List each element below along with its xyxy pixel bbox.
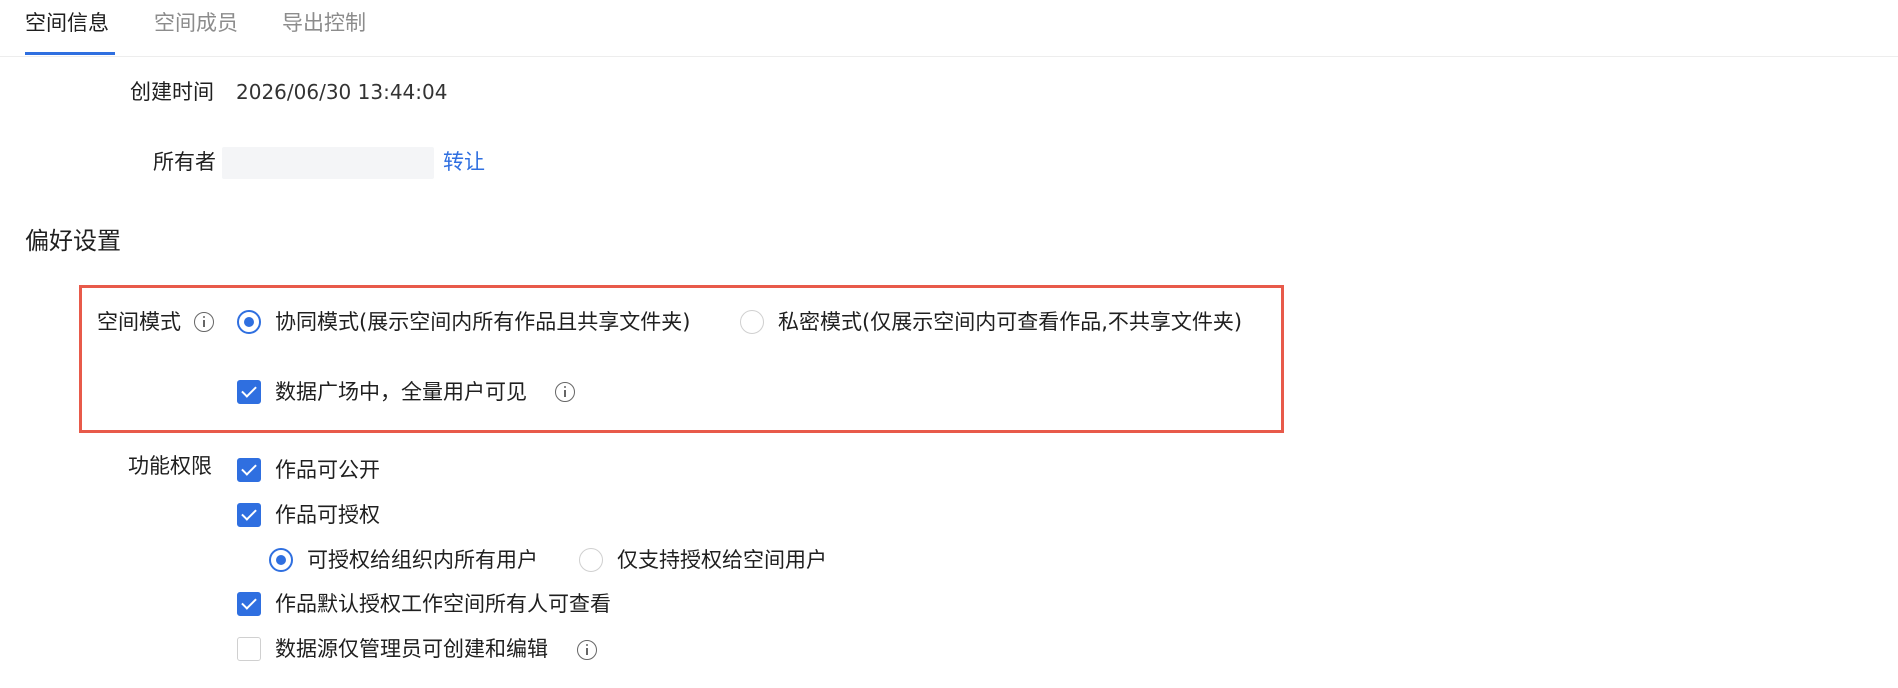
info-icon[interactable] bbox=[555, 382, 575, 402]
mode-collab-label[interactable]: 协同模式(展示空间内所有作品且共享文件夹) bbox=[275, 307, 690, 337]
datasource-admin-checkbox[interactable] bbox=[237, 637, 261, 661]
authorize-checkbox[interactable] bbox=[237, 503, 261, 527]
transfer-link[interactable]: 转让 bbox=[443, 147, 485, 177]
tab-bar: 空间信息 空间成员 导出控制 bbox=[0, 0, 1898, 57]
created-time-label: 创建时间 bbox=[130, 80, 214, 104]
active-tab-indicator bbox=[25, 52, 115, 55]
permissions-label: 功能权限 bbox=[128, 454, 212, 478]
data-square-label[interactable]: 数据广场中，全量用户可见 bbox=[275, 377, 527, 407]
datasource-admin-label[interactable]: 数据源仅管理员可创建和编辑 bbox=[275, 634, 548, 664]
mode-private-radio[interactable] bbox=[740, 310, 764, 334]
auth-org-radio[interactable] bbox=[269, 548, 293, 572]
default-view-label[interactable]: 作品默认授权工作空间所有人可查看 bbox=[275, 589, 611, 619]
auth-space-label[interactable]: 仅支持授权给空间用户 bbox=[617, 545, 827, 575]
info-icon[interactable] bbox=[577, 640, 597, 660]
mode-private-label[interactable]: 私密模式(仅展示空间内可查看作品,不共享文件夹) bbox=[778, 307, 1242, 337]
public-checkbox[interactable] bbox=[237, 458, 261, 482]
auth-org-label[interactable]: 可授权给组织内所有用户 bbox=[307, 545, 538, 575]
tab-export-control[interactable]: 导出控制 bbox=[282, 8, 366, 38]
owner-value bbox=[222, 147, 434, 179]
public-label[interactable]: 作品可公开 bbox=[275, 455, 380, 485]
created-time-value: 2026/06/30 13:44:04 bbox=[236, 80, 448, 104]
data-square-checkbox[interactable] bbox=[237, 380, 261, 404]
default-view-checkbox[interactable] bbox=[237, 592, 261, 616]
tab-space-members[interactable]: 空间成员 bbox=[154, 8, 238, 38]
tab-space-info[interactable]: 空间信息 bbox=[25, 8, 109, 38]
space-mode-label: 空间模式 bbox=[97, 310, 181, 334]
mode-collab-radio[interactable] bbox=[237, 310, 261, 334]
auth-space-radio[interactable] bbox=[579, 548, 603, 572]
info-icon[interactable] bbox=[194, 312, 214, 332]
owner-label: 所有者 bbox=[153, 150, 216, 174]
preferences-title: 偏好设置 bbox=[25, 227, 121, 255]
authorize-label[interactable]: 作品可授权 bbox=[275, 500, 380, 530]
